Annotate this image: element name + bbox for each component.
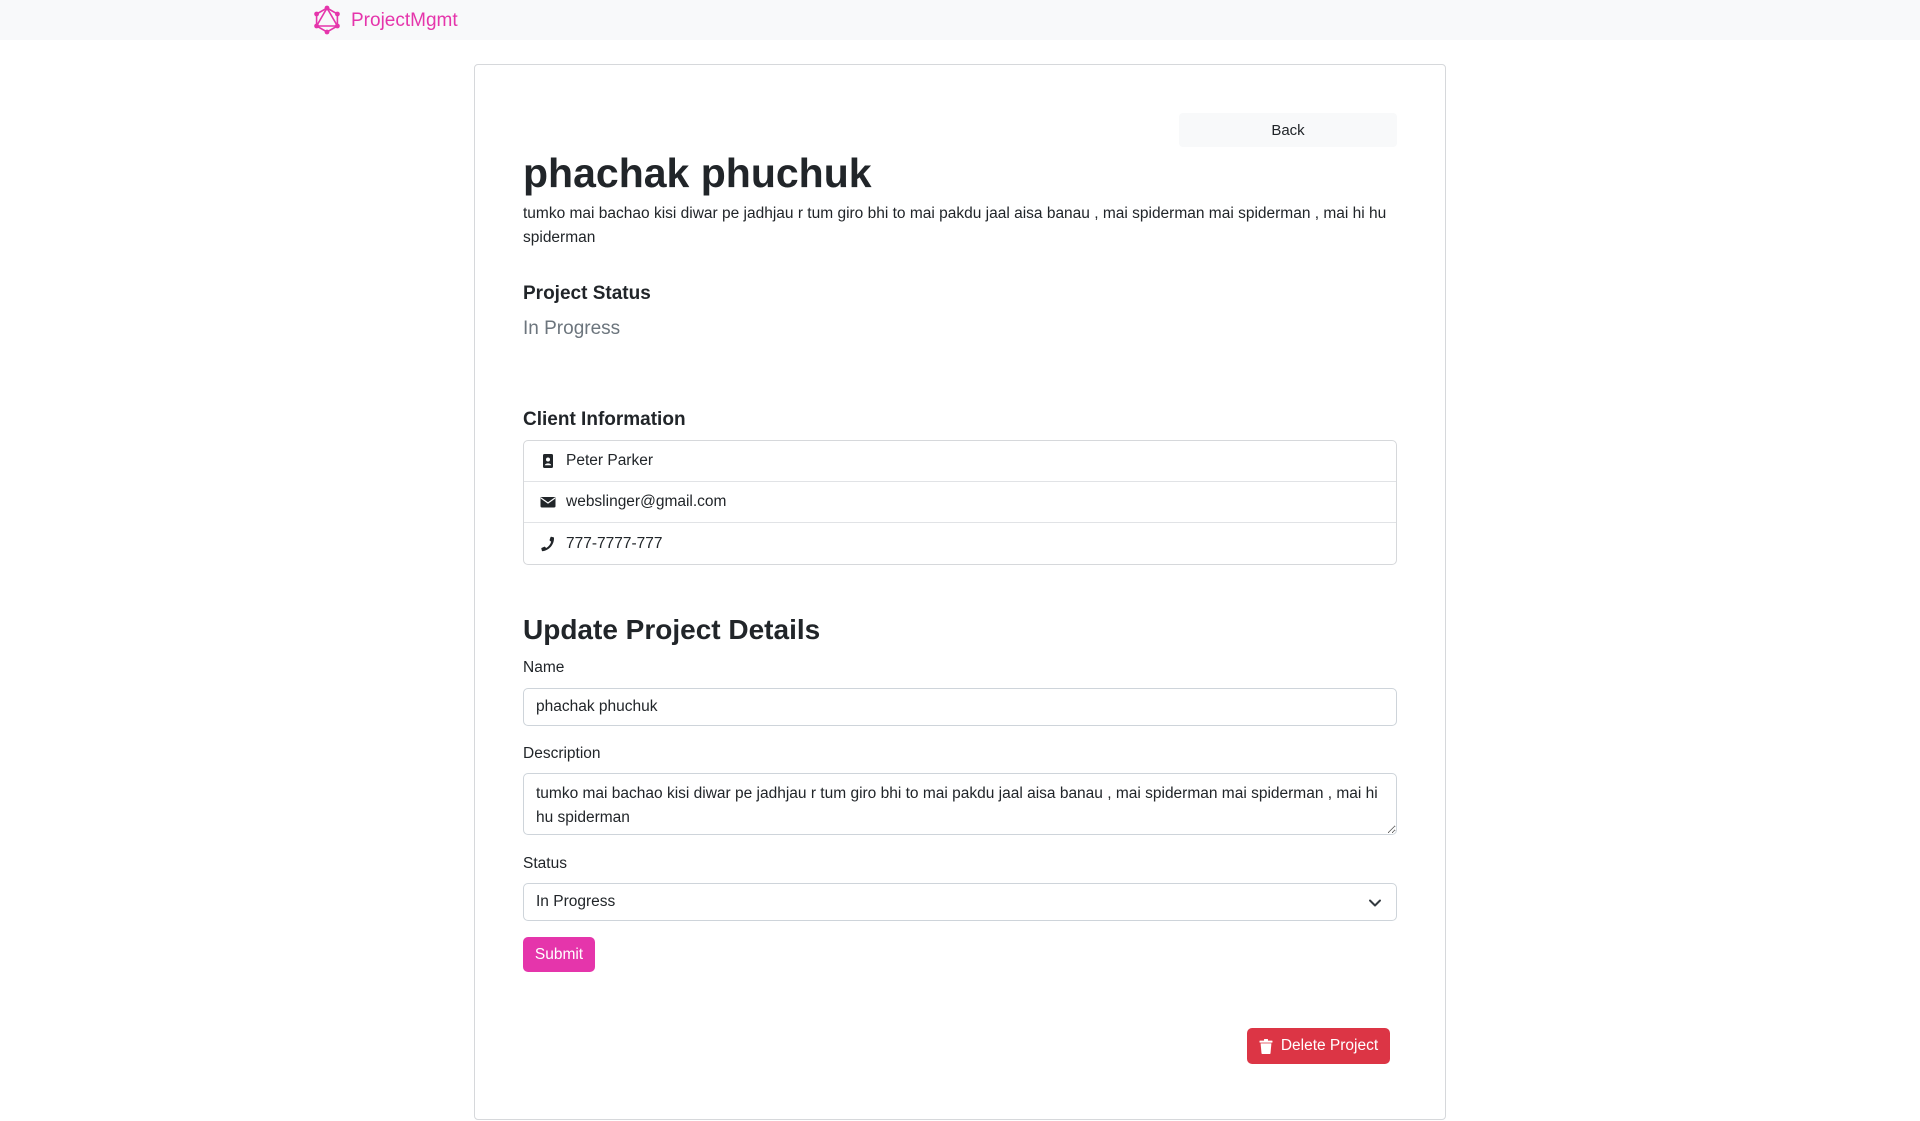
project-description: tumko mai bachao kisi diwar pe jadhjau r… [523,205,1387,246]
status-selected-value: In Progress [536,893,616,910]
description-label: Description [523,745,601,762]
client-phone: 777-7777-777 [566,534,663,552]
client-info-list: Peter Parker webslinger@gmail.com 777-77… [523,440,1397,565]
name-label: Name [523,659,565,676]
trash-icon [1259,1038,1273,1054]
update-project-heading: Update Project Details [523,614,821,645]
project-card: Back phachak phuchuk tumko mai bachao ki… [474,64,1446,1120]
client-phone-item: 777-7777-777 [524,523,1396,564]
chevron-down-icon [1369,899,1381,907]
client-email-item: webslinger@gmail.com [524,482,1396,523]
id-badge-icon [540,453,556,469]
navbar: ProjectMgmt [0,0,1920,40]
client-name-item: Peter Parker [524,441,1396,482]
client-info-heading: Client Information [523,409,686,430]
name-input[interactable] [523,688,1397,726]
project-title: phachak phuchuk [523,150,872,196]
brand-name: ProjectMgmt [351,9,458,31]
description-textarea[interactable]: tumko mai bachao kisi diwar pe jadhjau r… [523,773,1397,835]
delete-project-button[interactable]: Delete Project [1247,1028,1390,1064]
status-label: Status [523,855,567,872]
delete-project-label: Delete Project [1280,1037,1379,1054]
phone-icon [540,536,556,552]
envelope-icon [540,494,556,510]
client-email: webslinger@gmail.com [566,493,727,510]
back-button[interactable]: Back [1179,113,1397,147]
status-select[interactable]: In Progress [523,883,1397,921]
project-status-value: In Progress [523,318,621,339]
graphql-logo-icon [312,5,342,35]
project-status-heading: Project Status [523,283,651,304]
brand-link[interactable]: ProjectMgmt [312,4,458,36]
client-name: Peter Parker [566,452,654,469]
submit-button[interactable]: Submit [523,937,595,972]
